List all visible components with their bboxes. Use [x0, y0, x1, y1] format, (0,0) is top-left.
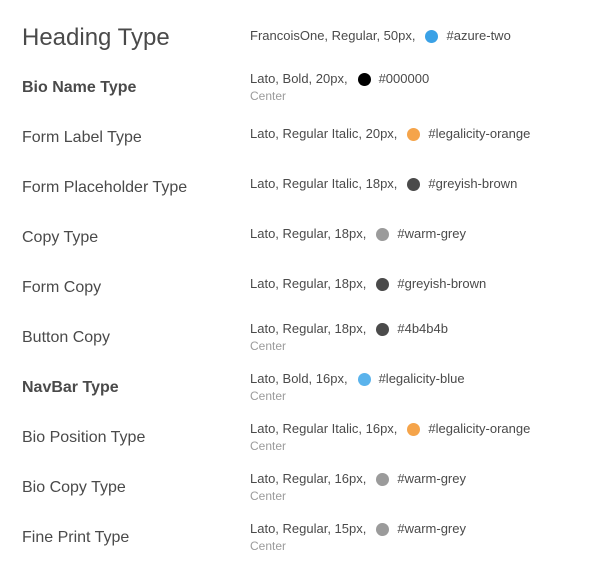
type-style-sheet: Heading Type FrancoisOne, Regular, 50px,… — [0, 0, 598, 581]
style-row-heading-type: Heading Type FrancoisOne, Regular, 50px,… — [0, 12, 598, 62]
style-name: Bio Name Type — [22, 79, 137, 96]
style-name: Button Copy — [22, 329, 111, 346]
style-row-button-copy: Button Copy Lato, Regular, 18px, #4b4b4b… — [0, 312, 598, 362]
style-spec-text: Lato, Regular, 16px, — [250, 471, 367, 486]
style-row-form-copy: Form Copy Lato, Regular, 18px, #greyish-… — [0, 262, 598, 312]
style-name: Heading Type — [22, 24, 170, 51]
style-spec: Lato, Regular, 18px, #greyish-brown — [250, 276, 486, 292]
style-spec: Lato, Regular, 16px, #warm-grey — [250, 471, 466, 487]
color-name: #4b4b4b — [397, 321, 448, 336]
style-spec-text: Lato, Regular, 18px, — [250, 321, 367, 336]
style-row-fine-print-type: Fine Print Type Lato, Regular, 15px, #wa… — [0, 512, 598, 562]
style-name: Bio Position Type — [22, 429, 146, 446]
alignment-note: Center — [250, 89, 287, 103]
style-row-copy-type: Copy Type Lato, Regular, 18px, #warm-gre… — [0, 212, 598, 262]
style-name: Bio Copy Type — [22, 479, 126, 496]
color-swatch — [407, 422, 421, 436]
color-name: #greyish-brown — [397, 276, 487, 291]
style-spec: Lato, Regular Italic, 16px, #legalicity-… — [250, 421, 530, 437]
alignment-note: Center — [250, 339, 287, 353]
color-name: #warm-grey — [397, 471, 466, 486]
color-name: #azure-two — [446, 28, 511, 43]
color-swatch — [425, 29, 439, 43]
color-swatch — [376, 277, 390, 291]
style-spec: Lato, Regular Italic, 20px, #legalicity-… — [250, 126, 530, 142]
style-name: Fine Print Type — [22, 529, 130, 546]
style-name: NavBar Type — [22, 379, 119, 396]
color-swatch — [407, 177, 421, 191]
color-swatch — [407, 127, 421, 141]
color-name: #legalicity-orange — [428, 421, 531, 436]
style-spec-text: Lato, Regular Italic, 18px, — [250, 176, 398, 191]
color-swatch — [376, 227, 390, 241]
alignment-note: Center — [250, 439, 287, 453]
alignment-note: Center — [250, 539, 287, 553]
style-row-navbar-type: NavBar Type Lato, Bold, 16px, #legalicit… — [0, 362, 598, 412]
style-spec-text: Lato, Regular Italic, 20px, — [250, 126, 398, 141]
color-swatch — [376, 522, 390, 536]
style-spec: Lato, Bold, 20px, #000000 — [250, 71, 429, 87]
style-spec: FrancoisOne, Regular, 50px, #azure-two — [250, 28, 511, 44]
color-name: #greyish-brown — [428, 176, 518, 191]
style-name: Form Label Type — [22, 129, 142, 146]
style-spec: Lato, Regular, 18px, #4b4b4b — [250, 321, 448, 337]
style-spec-text: Lato, Bold, 20px, — [250, 71, 348, 86]
color-name: #legalicity-blue — [378, 371, 465, 386]
style-name: Form Copy — [22, 279, 102, 296]
style-row-form-label-type: Form Label Type Lato, Regular Italic, 20… — [0, 112, 598, 162]
style-spec-text: Lato, Regular, 18px, — [250, 226, 367, 241]
style-spec-text: Lato, Regular Italic, 16px, — [250, 421, 398, 436]
color-name: #000000 — [378, 71, 430, 86]
color-name: #legalicity-orange — [428, 126, 531, 141]
alignment-note: Center — [250, 389, 287, 403]
color-swatch — [357, 72, 371, 86]
style-spec: Lato, Regular Italic, 18px, #greyish-bro… — [250, 176, 517, 192]
style-row-bio-name-type: Bio Name Type Lato, Bold, 20px, #000000 … — [0, 62, 598, 112]
color-name: #warm-grey — [397, 521, 466, 536]
alignment-note: Center — [250, 489, 287, 503]
style-spec: Lato, Bold, 16px, #legalicity-blue — [250, 371, 465, 387]
style-name: Copy Type — [22, 229, 99, 246]
color-swatch — [357, 372, 371, 386]
style-spec-text: FrancoisOne, Regular, 50px, — [250, 28, 416, 43]
style-spec: Lato, Regular, 15px, #warm-grey — [250, 521, 466, 537]
color-name: #warm-grey — [397, 226, 466, 241]
style-row-bio-position-type: Bio Position Type Lato, Regular Italic, … — [0, 412, 598, 462]
color-swatch — [376, 322, 390, 336]
style-row-bio-copy-type: Bio Copy Type Lato, Regular, 16px, #warm… — [0, 462, 598, 512]
style-row-form-placeholder-type: Form Placeholder Type Lato, Regular Ital… — [0, 162, 598, 212]
style-spec-text: Lato, Regular, 15px, — [250, 521, 367, 536]
style-spec: Lato, Regular, 18px, #warm-grey — [250, 226, 466, 242]
style-name: Form Placeholder Type — [22, 179, 188, 196]
style-spec-text: Lato, Regular, 18px, — [250, 276, 367, 291]
color-swatch — [376, 472, 390, 486]
style-spec-text: Lato, Bold, 16px, — [250, 371, 348, 386]
